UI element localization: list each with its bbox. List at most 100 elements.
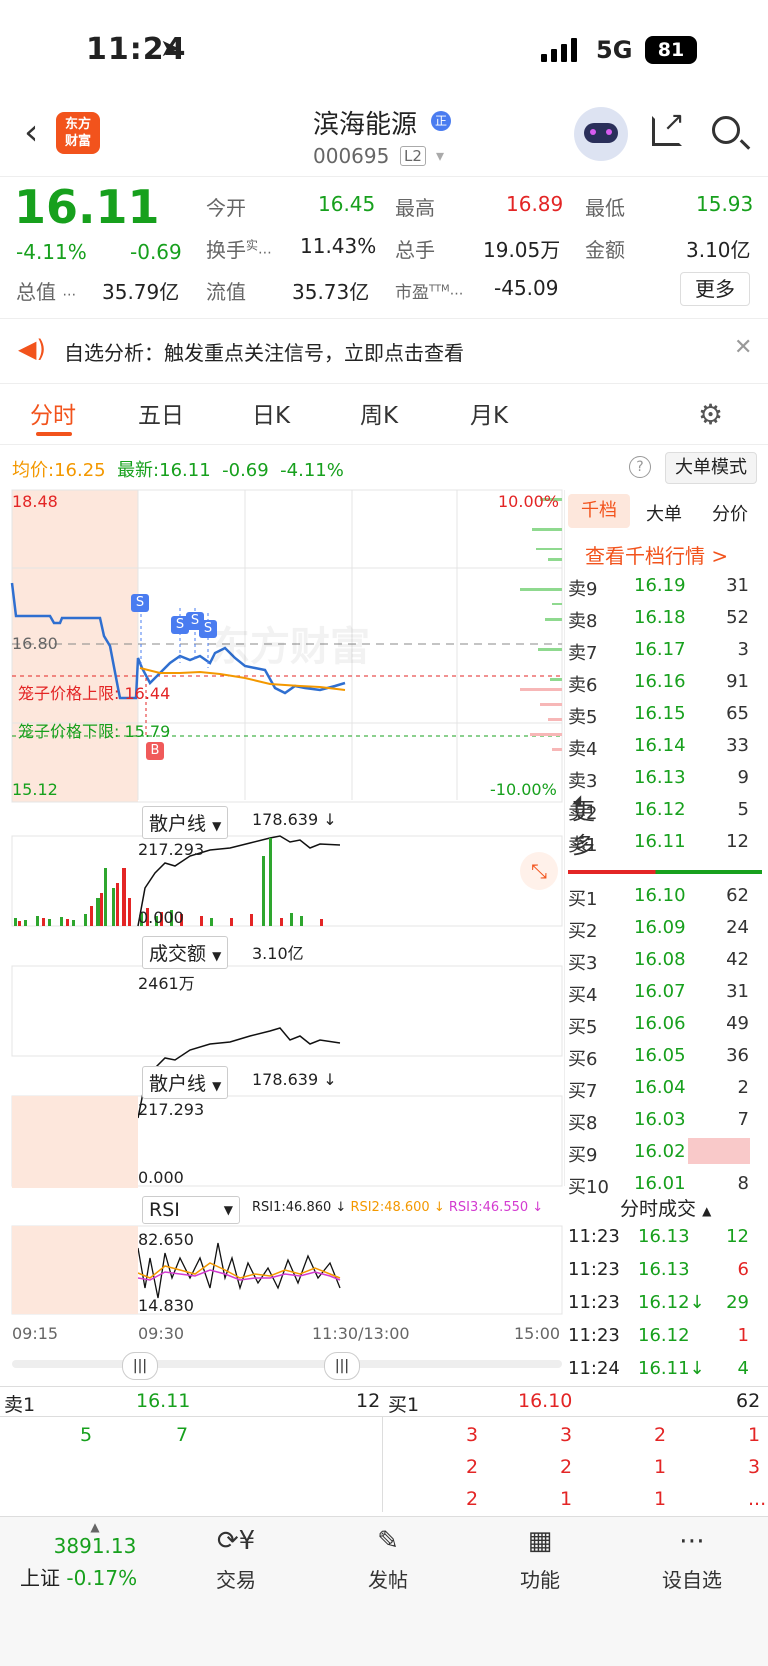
- sell-order-1: 5: [80, 1424, 93, 1446]
- tab-price-dist[interactable]: 分价: [712, 500, 748, 526]
- upper-limit-label: 笼子价格上限: 16.44: [18, 684, 171, 703]
- rsi-min: 14.830: [138, 1296, 194, 1315]
- help-icon[interactable]: ?: [629, 456, 651, 478]
- level-badge[interactable]: L2: [400, 146, 426, 166]
- tab-weekly[interactable]: 周K: [360, 396, 398, 430]
- level-label: 买3: [568, 953, 598, 974]
- buy-order-cell: 2: [654, 1424, 667, 1446]
- tick-price: 16.11↓: [638, 1358, 705, 1379]
- tab-intraday[interactable]: 分时: [30, 396, 76, 430]
- orderbook-row[interactable]: 买7 16.04 2: [568, 1072, 763, 1104]
- indicator-select-retail[interactable]: 散户线 ▼: [142, 806, 229, 839]
- queue-sell-price: 16.11: [136, 1390, 191, 1412]
- status-bar: 11:24 ➤ 5G 81: [0, 0, 768, 100]
- tick-row: 11:23 16.12↓ 29: [568, 1288, 763, 1320]
- function-button[interactable]: ▦ 功能: [480, 1526, 600, 1593]
- share-icon[interactable]: ↗: [652, 107, 685, 146]
- robot-assistant-icon[interactable]: [574, 107, 628, 161]
- retail-min-2: 0.000: [138, 1168, 184, 1187]
- retail-max-2: 217.293: [138, 1100, 205, 1119]
- turnover-label: 换手实⋯: [206, 238, 273, 262]
- mktcap-label: 总值 ⋯: [16, 280, 77, 304]
- ticks-title[interactable]: 分时成交 ▲: [620, 1194, 711, 1221]
- level-price: 16.15: [634, 703, 686, 724]
- time-axis-mid: 11:30/13:00: [312, 1324, 410, 1343]
- level-label: 卖6: [568, 675, 598, 696]
- queue-buy-label: 买1: [388, 1394, 420, 1416]
- level-volume: 7: [737, 1109, 749, 1130]
- sell-order-2: 7: [176, 1424, 189, 1446]
- expand-icon[interactable]: ⤡: [520, 852, 558, 890]
- level-volume: 8: [737, 1173, 749, 1194]
- level-label: 卖1: [568, 835, 598, 856]
- orderbook-row[interactable]: 卖4 16.14 33: [568, 730, 763, 762]
- axis-bottom-price: 15.12: [12, 780, 58, 799]
- view-depth-link[interactable]: 查看千档行情 >: [585, 540, 728, 569]
- level-label: 买10: [568, 1177, 609, 1198]
- scrubber-handle-left[interactable]: |||: [122, 1352, 158, 1380]
- level-price: 16.16: [634, 671, 686, 692]
- big-order-mode-button[interactable]: 大单模式: [665, 452, 757, 484]
- level-volume: 5: [737, 799, 749, 820]
- level-price: 16.12: [634, 799, 686, 820]
- location-arrow-icon: ➤: [160, 34, 181, 62]
- tick-volume: 4: [737, 1358, 749, 1379]
- orderbook-row[interactable]: 卖9 16.19 31: [568, 570, 763, 602]
- level-price: 16.09: [634, 917, 686, 938]
- indicator-select-retail-2[interactable]: 散户线 ▼: [142, 1066, 229, 1099]
- level-label: 买8: [568, 1113, 598, 1134]
- trade-button[interactable]: ⟳¥ 交易: [176, 1526, 296, 1593]
- orderbook-row[interactable]: 卖2 16.12 5: [568, 794, 763, 826]
- stock-code: 000695: [313, 144, 390, 168]
- orderbook-row[interactable]: 卖3 16.13 9: [568, 762, 763, 794]
- search-icon[interactable]: [712, 116, 751, 150]
- axis-top-pct: 10.00%: [498, 492, 560, 511]
- tick-row: 11:24 16.11↓ 4: [568, 1354, 763, 1386]
- queue-buy-price: 16.10: [518, 1390, 573, 1412]
- post-button[interactable]: ✎ 发帖: [328, 1526, 448, 1593]
- level-volume: 31: [726, 981, 749, 1002]
- alert-banner[interactable]: ◀) 自选分析：触发重点关注信号，立即点击查看 ✕: [0, 318, 768, 384]
- tab-daily[interactable]: 日K: [252, 396, 290, 430]
- orderbook-row[interactable]: 卖5 16.15 65: [568, 698, 763, 730]
- float-value: 35.73亿: [292, 280, 370, 304]
- tab-monthly[interactable]: 月K: [470, 396, 508, 430]
- level-volume: 2: [737, 1077, 749, 1098]
- orderbook-row[interactable]: 卖1 16.11 12: [568, 826, 763, 858]
- watchlist-button[interactable]: ⋯ 设自选: [632, 1526, 752, 1593]
- retail-min: 0.000: [138, 908, 184, 927]
- close-icon[interactable]: ✕: [734, 335, 752, 360]
- more-button[interactable]: 更多: [680, 272, 750, 306]
- tab-5day[interactable]: 五日: [138, 396, 184, 430]
- buy-signal-marker[interactable]: B: [146, 742, 164, 760]
- tab-big-orders[interactable]: 大单: [646, 500, 682, 526]
- buy-order-cell: 2: [466, 1456, 479, 1478]
- orderbook-row[interactable]: 买6 16.05 36: [568, 1040, 763, 1072]
- orderbook-row[interactable]: 买1 16.10 62: [568, 880, 763, 912]
- level-price: 16.02: [634, 1141, 686, 1162]
- settings-icon[interactable]: ⚙: [698, 398, 723, 431]
- orderbook-row[interactable]: 卖8 16.18 52: [568, 602, 763, 634]
- low-value: 15.93: [696, 192, 754, 216]
- orderbook-row[interactable]: 买3 16.08 42: [568, 944, 763, 976]
- indicator-select-amount[interactable]: 成交额 ▼: [142, 936, 229, 969]
- tab-orderbook-depth[interactable]: 千档: [568, 494, 630, 528]
- orderbook-row[interactable]: 卖6 16.16 91: [568, 666, 763, 698]
- grid-icon: ▦: [527, 1526, 553, 1556]
- back-icon[interactable]: ‹: [24, 112, 38, 153]
- chevron-down-icon[interactable]: ▾: [436, 146, 444, 165]
- tick-time: 11:23: [568, 1259, 620, 1280]
- indicator-select-rsi[interactable]: RSI ▼: [142, 1196, 240, 1224]
- level-volume: 9: [737, 767, 749, 788]
- orderbook-row[interactable]: 买5 16.06 49: [568, 1008, 763, 1040]
- orderbook-row[interactable]: 卖7 16.17 3: [568, 634, 763, 666]
- orderbook-row[interactable]: 买4 16.07 31: [568, 976, 763, 1008]
- index-ticker[interactable]: ▲ 3891.13 上证 -0.17%: [20, 1520, 170, 1591]
- sell-signal-marker[interactable]: S: [199, 620, 217, 638]
- orderbook-row[interactable]: 买2 16.09 24: [568, 912, 763, 944]
- sell-signal-marker[interactable]: S: [131, 594, 149, 612]
- scrubber-handle-right[interactable]: |||: [324, 1352, 360, 1380]
- volume-label: 总手: [395, 238, 435, 262]
- level-price: 16.04: [634, 1077, 686, 1098]
- orderbook-row[interactable]: 买8 16.03 7: [568, 1104, 763, 1136]
